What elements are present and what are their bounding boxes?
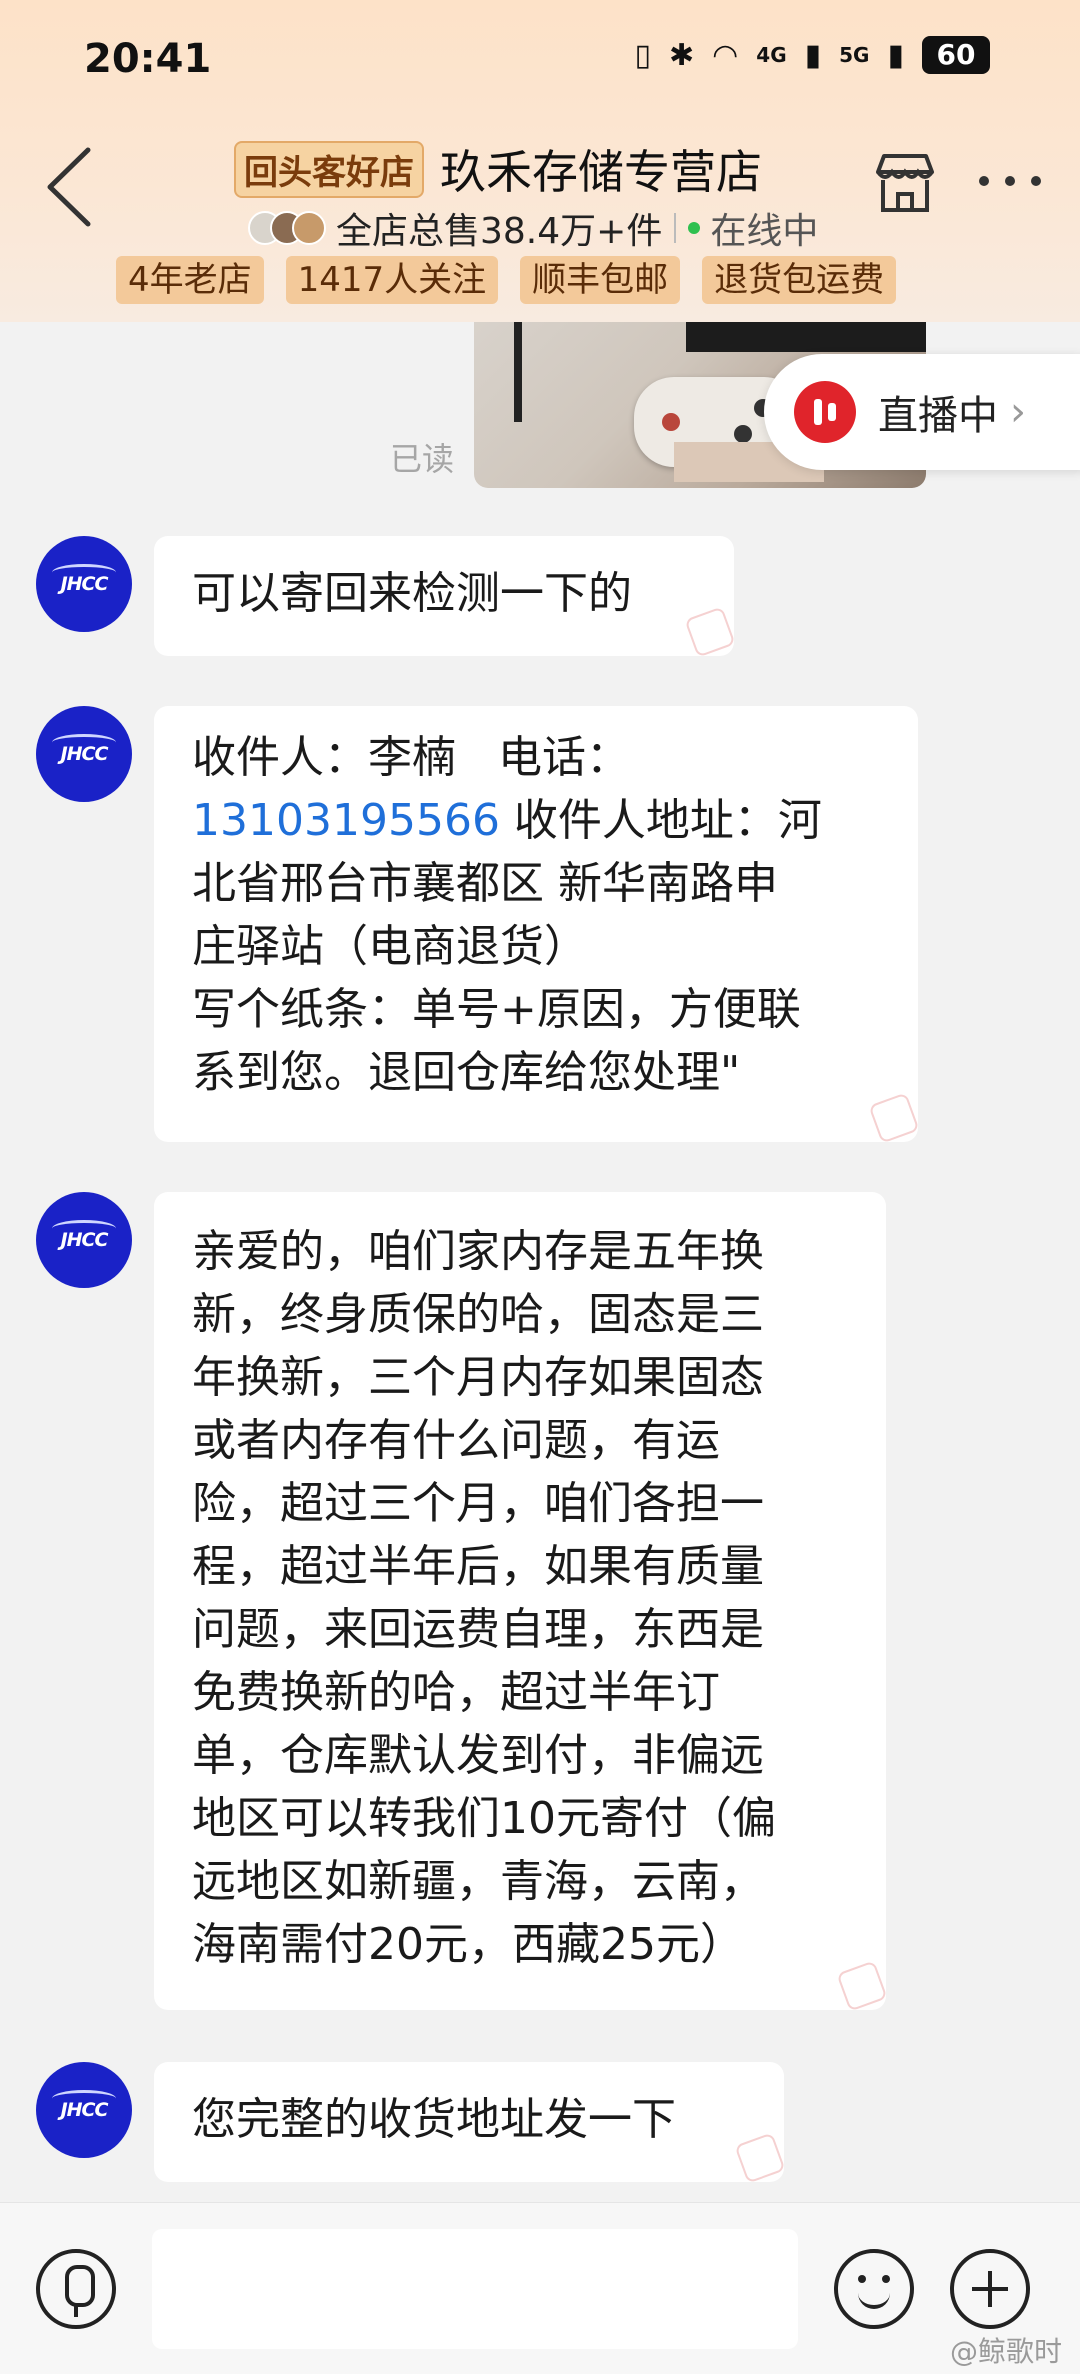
message-line: 或者内存有什么问题，有运 xyxy=(192,1415,720,1466)
signal-4g-icon: ▮ xyxy=(804,37,822,73)
chat-area[interactable]: 已读 直播中 › JHCC 可以寄回来检测一下的 JHCC 收件人：李楠 电话：… xyxy=(0,322,1080,2202)
message-line: 问题，来回运费自理，东西是 xyxy=(192,1604,764,1655)
message-line: 单，仓库默认发到付，非偏远 xyxy=(192,1730,764,1781)
message-text: 您完整的收货地址发一下 xyxy=(192,2094,676,2145)
live-label: 直播中 xyxy=(878,393,998,439)
message-line: 险，超过三个月，咱们各担一 xyxy=(192,1478,764,1529)
read-receipt: 已读 xyxy=(390,440,455,478)
emoji-icon[interactable] xyxy=(834,2249,914,2329)
message-line: 海南需付20元，西藏25元） xyxy=(192,1919,744,1970)
message-line: 地区可以转我们10元寄付（偏 xyxy=(192,1793,776,1844)
status-time: 20:41 xyxy=(84,36,212,82)
divider xyxy=(674,213,677,243)
store-title-row[interactable]: 回头客好店 玖禾存储专营店 xyxy=(234,136,762,202)
message-line: 免费换新的哈，超过半年订 xyxy=(192,1667,720,1718)
message-line: 庄驿站（电商退货） xyxy=(192,921,588,972)
watermark: @鲸歌时 xyxy=(949,2335,1062,2368)
store-tag-shipping: 顺丰包邮 xyxy=(520,256,681,304)
store-tag-return: 退货包运费 xyxy=(702,256,897,304)
message-line: 北省邢台市襄都区 新华南路申 xyxy=(192,858,778,909)
message-bubble[interactable]: 亲爱的，咱们家内存是五年换 新，终身质保的哈，固态是三 年换新，三个月内存如果固… xyxy=(154,1192,888,2012)
status-bar: 20:41 ▯ ✱ ◠ 4G ▮ 5G ▮ 60 xyxy=(0,0,1080,120)
store-stats: 全店总售38.4万+件 在线中 xyxy=(248,202,818,254)
chevron-right-icon: › xyxy=(1010,389,1026,435)
live-icon xyxy=(794,381,856,443)
plus-icon[interactable] xyxy=(950,2249,1030,2329)
phone-link[interactable]: 13103195566 xyxy=(192,795,500,846)
signal-4g-label: 4G xyxy=(756,43,787,67)
message-text: 可以寄回来检测一下的 xyxy=(192,568,632,619)
message-bubble[interactable]: 您完整的收货地址发一下 xyxy=(154,2062,786,2184)
battery-icon: 60 xyxy=(922,36,990,74)
microphone-icon[interactable] xyxy=(36,2249,116,2329)
store-tag-followers: 1417人关注 xyxy=(285,256,499,304)
message-line: 系到您。退回仓库给您处理" xyxy=(192,1047,741,1098)
message-line: 写个纸条：单号+原因，方便联 xyxy=(192,984,801,1035)
message-line: 远地区如新疆，青海，云南， xyxy=(192,1856,764,1907)
signal-5g-icon: ▮ xyxy=(887,37,904,73)
signal-5g-label: 5G xyxy=(839,43,870,67)
shop-icon[interactable] xyxy=(870,148,940,218)
store-name: 玖禾存储专营店 xyxy=(440,145,762,199)
buyer-avatars xyxy=(248,211,326,245)
message-input[interactable] xyxy=(152,2229,798,2349)
input-bar xyxy=(0,2202,1080,2374)
message-line: 收件人：李楠 电话： xyxy=(192,732,630,783)
avatar[interactable]: JHCC xyxy=(36,2062,132,2158)
wifi-icon: ◠ xyxy=(712,37,739,73)
nav-bar: 回头客好店 玖禾存储专营店 全店总售38.4万+件 在线中 4年老店 1417人… xyxy=(0,120,1080,320)
back-icon[interactable] xyxy=(36,142,106,232)
online-dot-icon xyxy=(688,222,701,234)
message-bubble[interactable]: 可以寄回来检测一下的 xyxy=(154,536,736,658)
message-line: 程，超过半年后，如果有质量 xyxy=(192,1541,764,1592)
image-cable xyxy=(514,322,522,422)
status-icons: ▯ ✱ ◠ 4G ▮ 5G ▮ 60 xyxy=(634,36,990,74)
store-tag-age: 4年老店 xyxy=(116,256,264,304)
store-badge: 回头客好店 xyxy=(234,140,424,198)
avatar[interactable]: JHCC xyxy=(36,1192,132,1288)
message-line: 新，终身质保的哈，固态是三 xyxy=(192,1289,764,1340)
message-line: 亲爱的，咱们家内存是五年换 xyxy=(192,1226,764,1277)
live-button[interactable]: 直播中 › xyxy=(764,354,1080,470)
message-line: 13103195566 收件人地址：河 xyxy=(192,795,822,846)
sales-count: 全店总售38.4万+件 xyxy=(336,211,663,252)
message-line: 年换新，三个月内存如果固态 xyxy=(192,1352,764,1403)
bluetooth-icon: ✱ xyxy=(668,37,695,73)
image-monitor xyxy=(686,322,926,352)
message-bubble[interactable]: 收件人：李楠 电话： 13103195566 收件人地址：河 北省邢台市襄都区 … xyxy=(154,706,920,1144)
vibrate-icon: ▯ xyxy=(634,37,651,73)
store-tags: 4年老店 1417人关注 顺丰包邮 退货包运费 xyxy=(116,256,897,304)
avatar[interactable]: JHCC xyxy=(36,536,132,632)
online-status: 在线中 xyxy=(710,211,819,252)
avatar[interactable]: JHCC xyxy=(36,706,132,802)
store-header: 20:41 ▯ ✱ ◠ 4G ▮ 5G ▮ 60 回头客好店 玖禾存储专营店 全… xyxy=(0,0,1080,322)
more-icon[interactable] xyxy=(970,156,1050,206)
